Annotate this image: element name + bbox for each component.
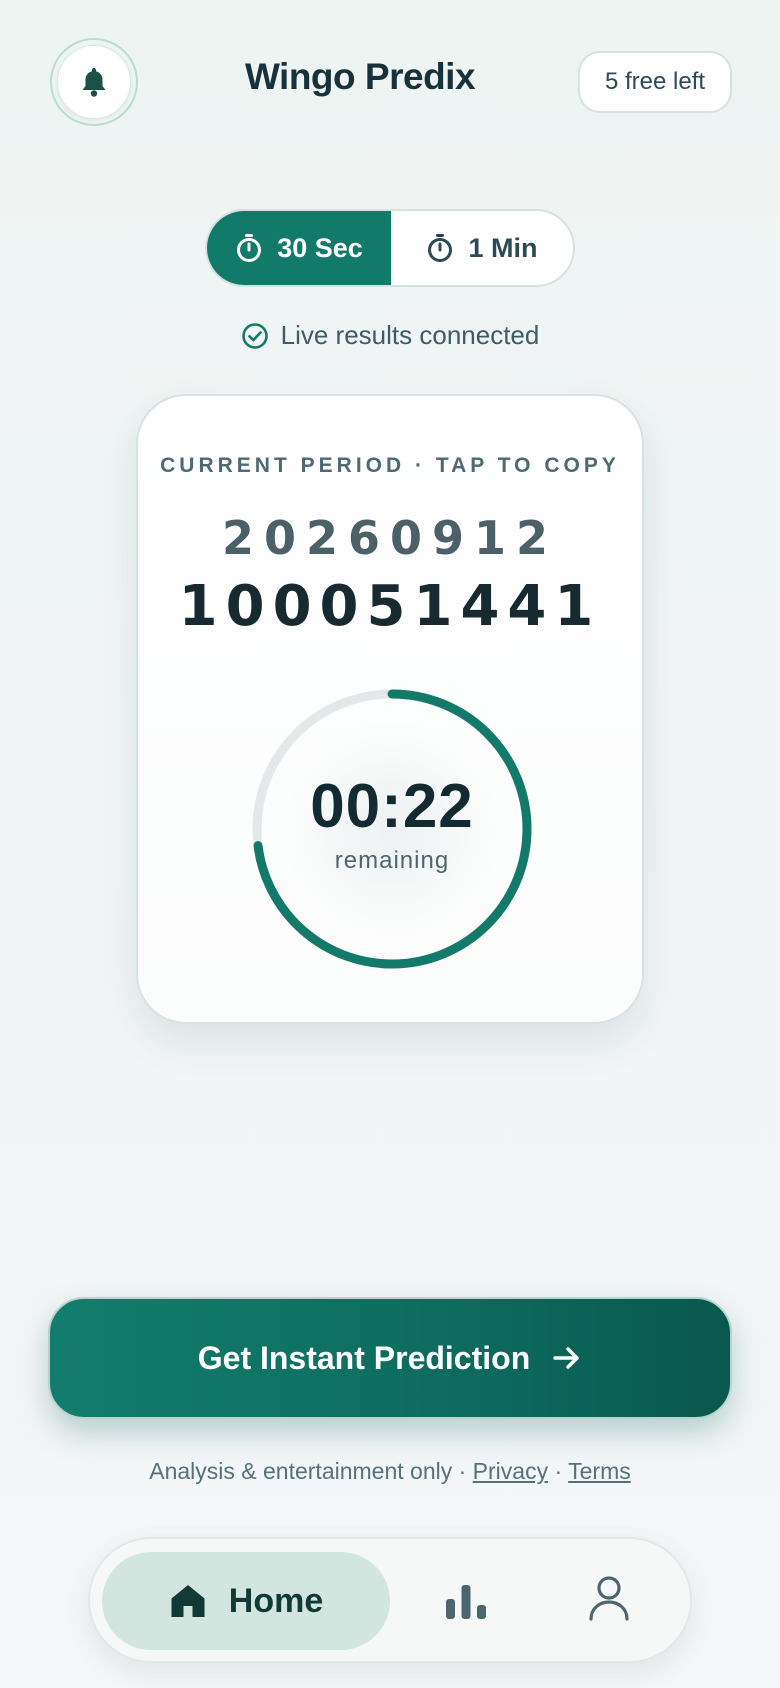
- privacy-link[interactable]: Privacy: [473, 1458, 548, 1484]
- bottom-nav: Home: [88, 1537, 692, 1663]
- countdown-caption: remaining: [334, 847, 450, 874]
- tab-30-sec-label: 30 Sec: [277, 232, 363, 263]
- interval-toggle: 30 Sec 1 Min: [205, 209, 575, 287]
- arrow-right-icon: [553, 1347, 579, 1369]
- live-status-text: Live results connected: [280, 320, 540, 350]
- home-icon: [171, 1585, 205, 1617]
- disclaimer: Analysis & entertainment only · Privacy …: [0, 1458, 780, 1485]
- period-number-line2: 100051441: [178, 574, 602, 639]
- stats-icon[interactable]: [442, 1579, 490, 1623]
- free-predictions-badge[interactable]: 5 free left: [578, 51, 732, 113]
- disclaimer-separator: ·: [554, 1458, 563, 1484]
- terms-link[interactable]: Terms: [568, 1458, 631, 1484]
- get-prediction-button[interactable]: Get Instant Prediction: [48, 1297, 732, 1419]
- disclaimer-text: Analysis & entertainment only ·: [149, 1458, 467, 1484]
- tab-30-sec[interactable]: 30 Sec: [207, 211, 391, 285]
- period-label: CURRENT PERIOD · TAP TO COPY: [160, 454, 620, 477]
- timer-icon: [428, 234, 453, 262]
- period-number-line1: 20260912: [221, 511, 559, 565]
- countdown-ring: 00:22 remaining: [242, 679, 542, 979]
- get-prediction-label: Get Instant Prediction: [197, 1339, 531, 1376]
- tab-1-min-label: 1 Min: [468, 232, 538, 263]
- timer-icon: [237, 234, 262, 262]
- live-status: Live results connected: [0, 320, 780, 351]
- nav-home[interactable]: Home: [102, 1552, 390, 1650]
- nav-home-label: Home: [228, 1581, 324, 1620]
- current-period-card[interactable]: CURRENT PERIOD · TAP TO COPY 20260912 10…: [136, 394, 644, 1024]
- check-circle-icon: [241, 322, 268, 349]
- countdown-timer: 00:22: [310, 772, 474, 841]
- tab-1-min[interactable]: 1 Min: [391, 211, 573, 285]
- profile-icon[interactable]: [588, 1575, 630, 1621]
